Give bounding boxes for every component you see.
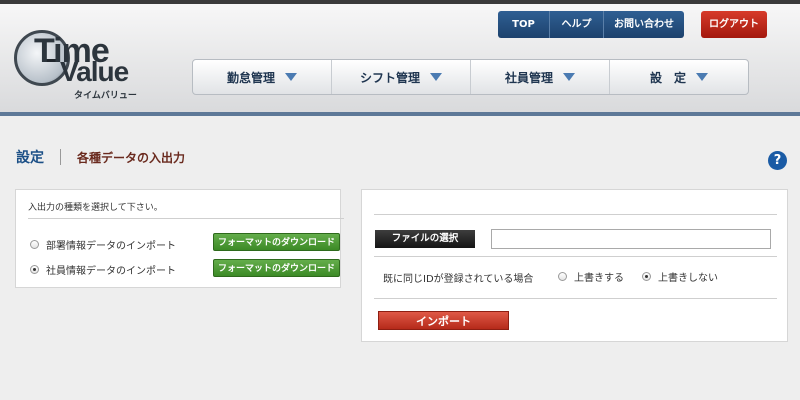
- divider: [374, 298, 777, 299]
- import-type-panel: 入出力の種類を選択して下さい。 部署情報データのインポート フォーマットのダウン…: [15, 189, 344, 288]
- nav-shift-label: シフト管理: [359, 70, 420, 85]
- logout-button[interactable]: ログアウト: [701, 11, 767, 38]
- file-path-input[interactable]: [491, 229, 771, 249]
- nav-settings[interactable]: 設 定: [610, 60, 748, 94]
- nav-shift[interactable]: シフト管理: [332, 60, 471, 94]
- nav-attendance-label: 勤怠管理: [226, 70, 275, 85]
- triangle-down-icon: [696, 73, 708, 81]
- duplicate-id-label: 既に同じIDが登録されている場合: [383, 274, 534, 285]
- divider: [28, 218, 344, 219]
- top-link-top[interactable]: TOP: [498, 11, 550, 38]
- timevalue-logo[interactable]: Time Value タイムバリュー: [14, 22, 144, 101]
- import-panel: ファイルの選択 既に同じIDが登録されている場合 上書きする 上書きしない イン…: [361, 189, 788, 342]
- top-link-help[interactable]: ヘルプ: [550, 11, 604, 38]
- header-divider: [0, 112, 800, 116]
- triangle-down-icon: [430, 73, 442, 81]
- nav-employee[interactable]: 社員管理: [471, 60, 610, 94]
- download-format-button-department[interactable]: フォーマットのダウンロード: [213, 233, 340, 251]
- page-subtitle: 各種データの入出力: [77, 150, 186, 165]
- page-title: 設定: [16, 150, 44, 166]
- radio-button[interactable]: [30, 240, 39, 249]
- triangle-down-icon: [563, 73, 575, 81]
- logo-subtext: タイムバリュー: [74, 91, 137, 101]
- divider: [374, 256, 777, 257]
- radio-label: 上書きしない: [658, 273, 718, 284]
- import-button[interactable]: インポート: [378, 311, 509, 330]
- nav-employee-label: 社員管理: [504, 70, 553, 85]
- import-type-heading: 入出力の種類を選択して下さい。: [28, 203, 163, 213]
- top-link-contact[interactable]: お問い合わせ: [604, 11, 684, 38]
- nav-attendance[interactable]: 勤怠管理: [193, 60, 332, 94]
- radio-no-overwrite[interactable]: 上書きしない: [642, 269, 718, 284]
- main-nav: 勤怠管理 シフト管理 社員管理 設 定: [192, 59, 749, 95]
- radio-employee-import[interactable]: 社員情報データのインポート: [30, 262, 176, 277]
- radio-button[interactable]: [558, 272, 567, 281]
- file-select-button[interactable]: ファイルの選択: [375, 230, 475, 248]
- header: Time Value タイムバリュー TOP ヘルプ お問い合わせ ログアウト …: [0, 4, 800, 112]
- download-format-button-employee[interactable]: フォーマットのダウンロード: [213, 259, 340, 277]
- divider: [374, 214, 777, 215]
- radio-button-checked[interactable]: [30, 265, 39, 274]
- radio-button-checked[interactable]: [642, 272, 651, 281]
- breadcrumb: 設定 各種データの入出力: [16, 146, 185, 168]
- radio-label: 上書きする: [574, 273, 624, 284]
- radio-overwrite[interactable]: 上書きする: [558, 269, 624, 284]
- logo-text-value: Value: [60, 56, 129, 87]
- title-divider: [60, 149, 61, 165]
- nav-settings-label: 設 定: [649, 70, 686, 85]
- radio-department-import[interactable]: 部署情報データのインポート: [30, 237, 176, 252]
- radio-label: 社員情報データのインポート: [46, 266, 176, 277]
- triangle-down-icon: [285, 73, 297, 81]
- radio-label: 部署情報データのインポート: [46, 241, 176, 252]
- help-icon[interactable]: ?: [768, 151, 787, 170]
- top-links: TOP ヘルプ お問い合わせ: [498, 11, 684, 38]
